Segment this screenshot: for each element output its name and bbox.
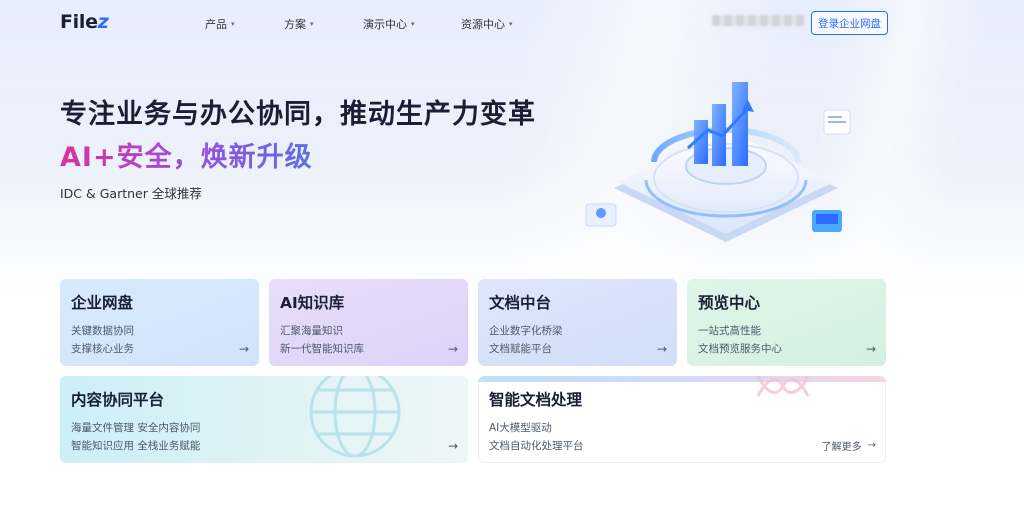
- arrow-right-icon[interactable]: →: [657, 342, 667, 356]
- nav-item-solutions[interactable]: 方案 ▾: [284, 16, 314, 32]
- card-line: 企业数字化桥梁: [489, 325, 563, 337]
- learn-more-label: 了解更多: [821, 442, 862, 453]
- card-line: 新一代智能知识库: [280, 343, 364, 355]
- hero-subtitle: IDC & Gartner 全球推荐: [60, 186, 202, 201]
- card-line: AI大模型驱动: [489, 422, 552, 434]
- card-line: 一站式高性能: [698, 325, 761, 337]
- top-navigation: Filez 产品 ▾ 方案 ▾ 演示中心 ▾ 资源中心 ▾ 登录企业网盘: [0, 0, 1024, 46]
- product-card-content-collaboration[interactable]: 内容协同平台 海量文件管理 安全内容协同 智能知识应用 全栈业务赋能 →: [60, 376, 468, 463]
- card-line: 海量文件管理 安全内容协同: [71, 422, 201, 434]
- arrow-right-icon[interactable]: →: [866, 342, 876, 356]
- nav-item-label: 产品: [205, 18, 227, 31]
- card-title: AI知识库: [280, 294, 345, 312]
- nav-item-label: 方案: [284, 18, 306, 31]
- card-line: 支撑核心业务: [71, 343, 134, 355]
- product-card-document-platform[interactable]: 文档中台 企业数字化桥梁 文档赋能平台 →: [478, 279, 677, 366]
- chevron-down-icon: ▾: [231, 20, 235, 28]
- hero-headline-gradient: AI+安全，焕新升级: [60, 135, 313, 174]
- card-line: 文档预览服务中心: [698, 343, 782, 355]
- nav-item-label: 资源中心: [461, 18, 505, 31]
- card-title: 内容协同平台: [71, 391, 165, 409]
- nav-item-products[interactable]: 产品 ▾: [205, 16, 235, 32]
- card-line: 关键数据协同: [71, 325, 134, 337]
- product-card-ai-knowledge-base[interactable]: AI知识库 汇聚海量知识 新一代智能知识库 →: [269, 279, 468, 366]
- card-line: 文档赋能平台: [489, 343, 552, 355]
- arrow-right-icon: →: [867, 440, 876, 451]
- product-card-enterprise-drive[interactable]: 企业网盘 关键数据协同 支撑核心业务 →: [60, 279, 259, 366]
- filez-logo[interactable]: Filez: [60, 11, 109, 33]
- login-enterprise-drive-button[interactable]: 登录企业网盘: [811, 11, 888, 35]
- data-platform-illustration: [585, 82, 851, 242]
- card-line: 文档自动化处理平台: [489, 440, 584, 452]
- arrow-right-icon[interactable]: →: [239, 342, 249, 356]
- card-title: 文档中台: [489, 294, 552, 312]
- card-line: 汇聚海量知识: [280, 325, 343, 337]
- card-title: 企业网盘: [71, 294, 134, 312]
- gradient-top-bar: [478, 376, 886, 382]
- card-title: 智能文档处理: [489, 391, 583, 409]
- nav-item-resource-center[interactable]: 资源中心 ▾: [461, 16, 513, 32]
- learn-more-link[interactable]: 了解更多 →: [822, 438, 876, 453]
- chevron-down-icon: ▾: [509, 20, 513, 28]
- nav-item-label: 演示中心: [363, 18, 407, 31]
- globe-icon: [309, 376, 401, 458]
- product-card-preview-center[interactable]: 预览中心 一站式高性能 文档预览服务中心 →: [687, 279, 886, 366]
- hero-headline: 专注业务与办公协同，推动生产力变革: [60, 99, 536, 130]
- chevron-down-icon: ▾: [411, 20, 415, 28]
- arrow-right-icon[interactable]: →: [448, 342, 458, 356]
- arrow-right-icon[interactable]: →: [448, 439, 458, 453]
- decorative-knot-icon: [756, 376, 810, 396]
- chevron-down-icon: ▾: [310, 20, 314, 28]
- card-line: 智能知识应用 全栈业务赋能: [71, 440, 201, 452]
- product-card-intelligent-document-processing[interactable]: 智能文档处理 AI大模型驱动 文档自动化处理平台 了解更多 →: [478, 376, 886, 463]
- card-title: 预览中心: [698, 294, 761, 312]
- nav-item-demo-center[interactable]: 演示中心 ▾: [363, 16, 415, 32]
- blurred-user-info: [712, 15, 804, 26]
